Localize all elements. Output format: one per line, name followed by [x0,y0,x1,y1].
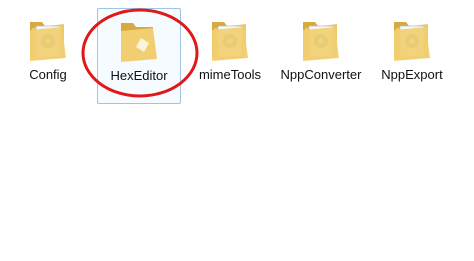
folder-nppexport[interactable]: NppExport [370,8,454,104]
folder-nppconverter[interactable]: NppConverter [279,8,363,104]
folder-label: NppExport [381,67,443,82]
folder-with-gear-icon [394,22,430,61]
folder-label: HexEditor [110,68,168,83]
folder-with-gear-icon [303,22,339,61]
folder-hexeditor[interactable]: HexEditor [97,8,181,104]
folder-mimetools[interactable]: mimeTools [188,8,272,104]
file-explorer-pane: Config HexEditor mimeTools NppConverter … [0,0,474,261]
folder-label: mimeTools [198,67,262,82]
folder-label: NppConverter [280,67,362,82]
folder-with-gear-icon [212,22,248,61]
folder-label: Config [29,67,67,82]
folder-with-gear-icon [30,22,66,61]
folder-config[interactable]: Config [6,8,90,104]
folder-icon [121,23,157,62]
